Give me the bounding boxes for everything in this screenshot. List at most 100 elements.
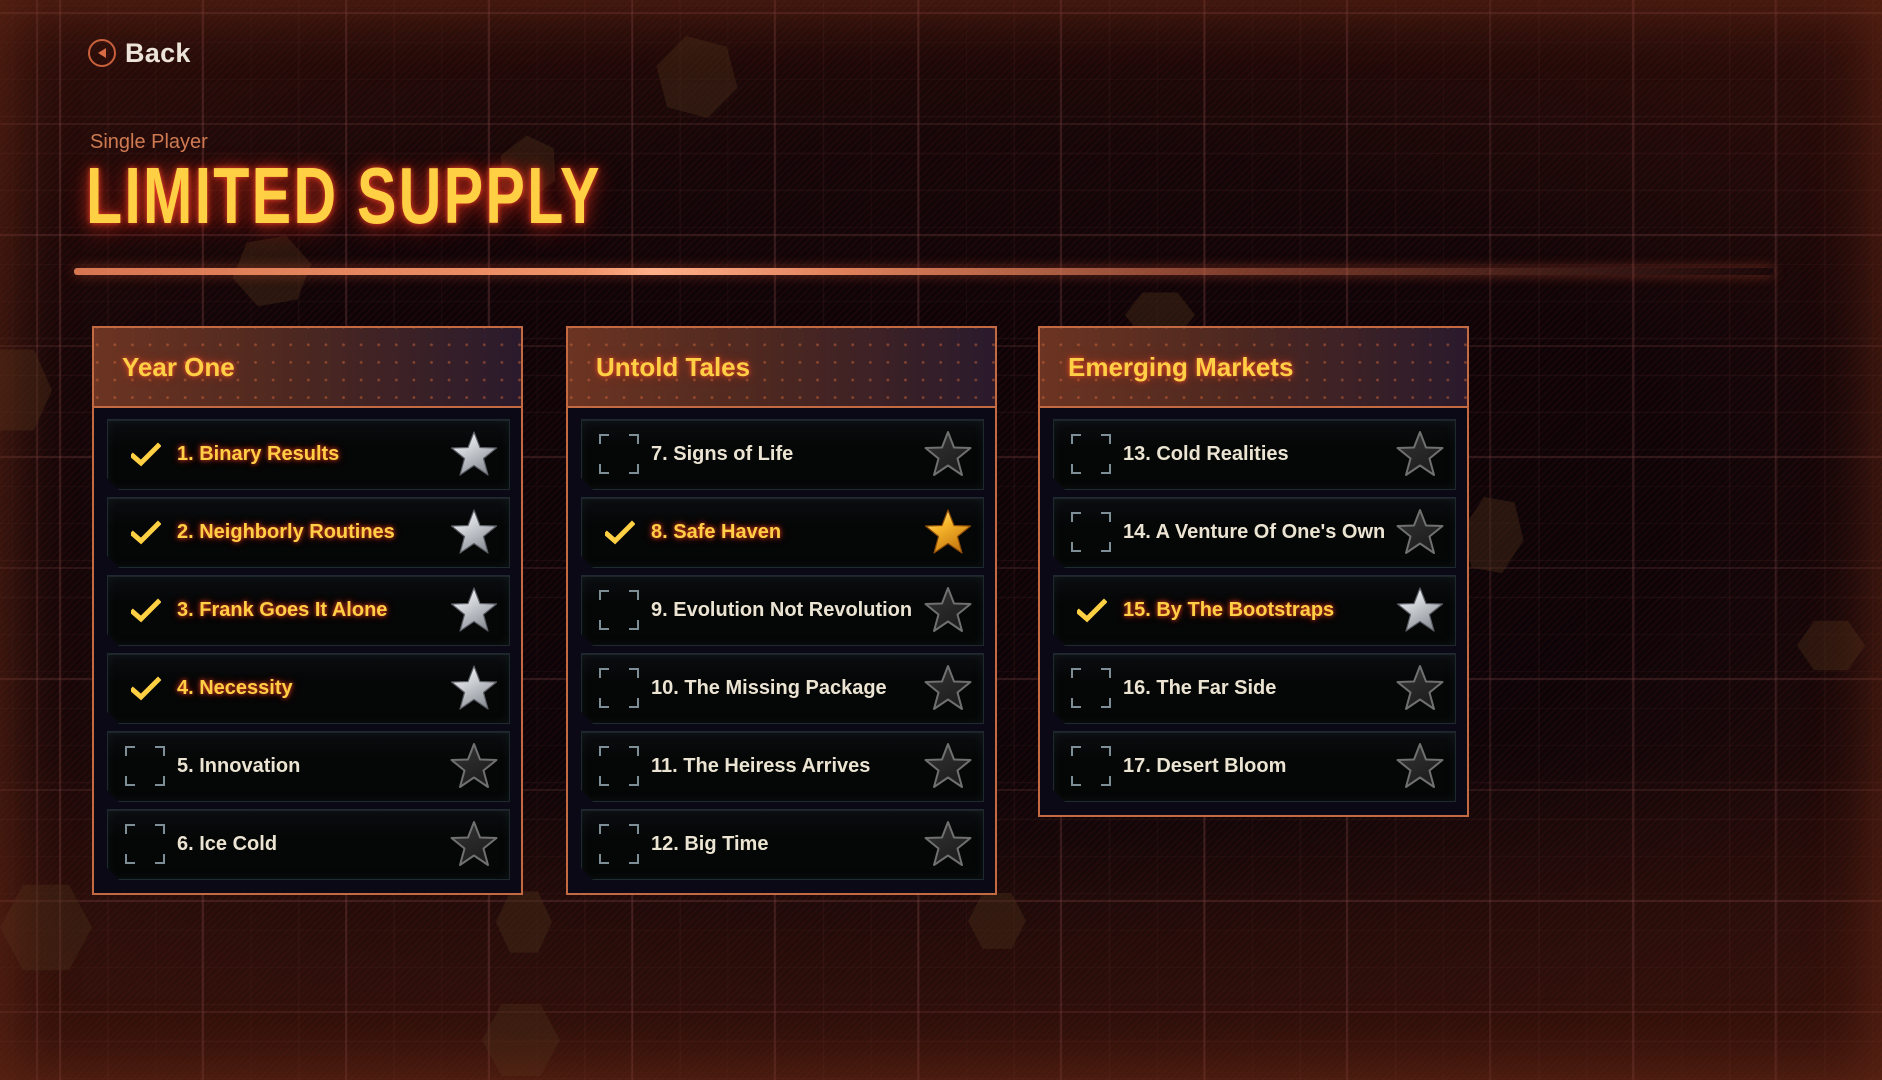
mission-label: 14. A Venture Of One's Own <box>1123 521 1386 543</box>
mission-item[interactable]: 17. Desert Bloom <box>1053 731 1456 802</box>
star-empty-icon <box>1396 508 1444 556</box>
bracket-corner-icon <box>1101 698 1111 708</box>
mission-label: 12. Big Time <box>651 833 769 855</box>
bracket-corner-icon <box>629 464 639 474</box>
mission-item[interactable]: 13. Cold Realities <box>1053 419 1456 490</box>
mission-item[interactable]: 2. Neighborly Routines <box>107 497 510 568</box>
completed-check-indicator <box>125 668 165 708</box>
bracket-corner-icon <box>599 434 609 444</box>
mission-item[interactable]: 14. A Venture Of One's Own <box>1053 497 1456 568</box>
bracket-corner-icon <box>629 824 639 834</box>
back-label: Back <box>125 37 191 68</box>
bracket-corner-icon <box>125 854 135 864</box>
chapter-header: Year One <box>94 328 521 408</box>
bracket-corner-icon <box>629 434 639 444</box>
mission-item[interactable]: 6. Ice Cold <box>107 809 510 880</box>
incomplete-bracket-indicator <box>1071 746 1111 786</box>
mission-label: 5. Innovation <box>177 755 301 777</box>
bracket-corner-icon <box>599 620 609 630</box>
bracket-corner-icon <box>599 668 609 678</box>
star-silver-icon <box>450 664 498 712</box>
completed-check-indicator <box>125 512 165 552</box>
bracket-corner-icon <box>599 464 609 474</box>
mission-label: 8. Safe Haven <box>651 521 782 543</box>
mission-item[interactable]: 4. Necessity <box>107 653 510 724</box>
checkmark-icon <box>605 520 635 546</box>
mission-item[interactable]: 16. The Far Side <box>1053 653 1456 724</box>
bracket-corner-icon <box>599 746 609 756</box>
star-silver-icon <box>450 586 498 634</box>
mission-item[interactable]: 8. Safe Haven <box>581 497 984 568</box>
mission-item[interactable]: 15. By The Bootstraps <box>1053 575 1456 646</box>
bracket-corner-icon <box>599 698 609 708</box>
mission-label: 9. Evolution Not Revolution <box>651 599 913 621</box>
bracket-corner-icon <box>1071 542 1081 552</box>
mission-label: 17. Desert Bloom <box>1123 755 1287 777</box>
bracket-corner-icon <box>125 824 135 834</box>
bracket-corner-icon <box>629 746 639 756</box>
mission-label: 4. Necessity <box>177 677 293 699</box>
bracket-corner-icon <box>1101 542 1111 552</box>
bracket-corner-icon <box>629 668 639 678</box>
mission-item[interactable]: 11. The Heiress Arrives <box>581 731 984 802</box>
mission-label: 2. Neighborly Routines <box>177 521 395 543</box>
chapter-title: Emerging Markets <box>1068 351 1294 382</box>
star-silver-icon <box>450 430 498 478</box>
checkmark-icon <box>131 520 161 546</box>
mission-label: 11. The Heiress Arrives <box>651 755 871 777</box>
mission-item[interactable]: 7. Signs of Life <box>581 419 984 490</box>
star-empty-icon <box>924 820 972 868</box>
checkmark-icon <box>131 676 161 702</box>
bracket-corner-icon <box>629 854 639 864</box>
chapter-header: Emerging Markets <box>1040 328 1467 408</box>
page-title: LIMITED SUPPLY <box>86 151 602 240</box>
mission-item[interactable]: 5. Innovation <box>107 731 510 802</box>
bracket-corner-icon <box>1101 464 1111 474</box>
mission-item[interactable]: 10. The Missing Package <box>581 653 984 724</box>
star-empty-icon <box>924 430 972 478</box>
mission-item[interactable]: 9. Evolution Not Revolution <box>581 575 984 646</box>
bracket-corner-icon <box>1101 746 1111 756</box>
mission-label: 10. The Missing Package <box>651 677 887 699</box>
bracket-corner-icon <box>629 776 639 786</box>
bracket-corner-icon <box>125 776 135 786</box>
bracket-corner-icon <box>155 854 165 864</box>
star-empty-icon <box>450 742 498 790</box>
mission-label: 13. Cold Realities <box>1123 443 1289 465</box>
incomplete-bracket-indicator <box>599 668 639 708</box>
bracket-corner-icon <box>599 776 609 786</box>
mission-label: 6. Ice Cold <box>177 833 278 855</box>
star-empty-icon <box>1396 664 1444 712</box>
chapter-header: Untold Tales <box>568 328 995 408</box>
chapter-panel: Untold Tales 7. Signs of Life 8. Safe Ha… <box>566 326 997 895</box>
bracket-corner-icon <box>599 590 609 600</box>
incomplete-bracket-indicator <box>599 824 639 864</box>
mission-label: 3. Frank Goes It Alone <box>177 599 388 621</box>
star-empty-icon <box>924 742 972 790</box>
chapter-panel: Year One 1. Binary Results 2. Neighborly… <box>92 326 523 895</box>
mission-list: 7. Signs of Life 8. Safe Haven 9. Evolut… <box>568 408 995 893</box>
back-button[interactable]: Back <box>88 36 191 70</box>
incomplete-bracket-indicator <box>1071 512 1111 552</box>
bracket-corner-icon <box>629 698 639 708</box>
chapter-title: Year One <box>122 351 235 382</box>
mission-item[interactable]: 1. Binary Results <box>107 419 510 490</box>
star-empty-icon <box>924 586 972 634</box>
star-silver-icon <box>450 508 498 556</box>
incomplete-bracket-indicator <box>1071 668 1111 708</box>
back-arrow-icon <box>88 39 116 67</box>
bracket-corner-icon <box>1071 698 1081 708</box>
completed-check-indicator <box>125 434 165 474</box>
star-silver-icon <box>1396 586 1444 634</box>
mission-label: 16. The Far Side <box>1123 677 1277 699</box>
checkmark-icon <box>1077 598 1107 624</box>
bracket-corner-icon <box>1071 512 1081 522</box>
mission-item[interactable]: 3. Frank Goes It Alone <box>107 575 510 646</box>
incomplete-bracket-indicator <box>599 590 639 630</box>
checkmark-icon <box>131 598 161 624</box>
checkmark-icon <box>131 442 161 468</box>
mission-item[interactable]: 12. Big Time <box>581 809 984 880</box>
bracket-corner-icon <box>155 776 165 786</box>
chapter-panel: Emerging Markets 13. Cold Realities 14. … <box>1038 326 1469 817</box>
mission-label: 1. Binary Results <box>177 443 340 465</box>
